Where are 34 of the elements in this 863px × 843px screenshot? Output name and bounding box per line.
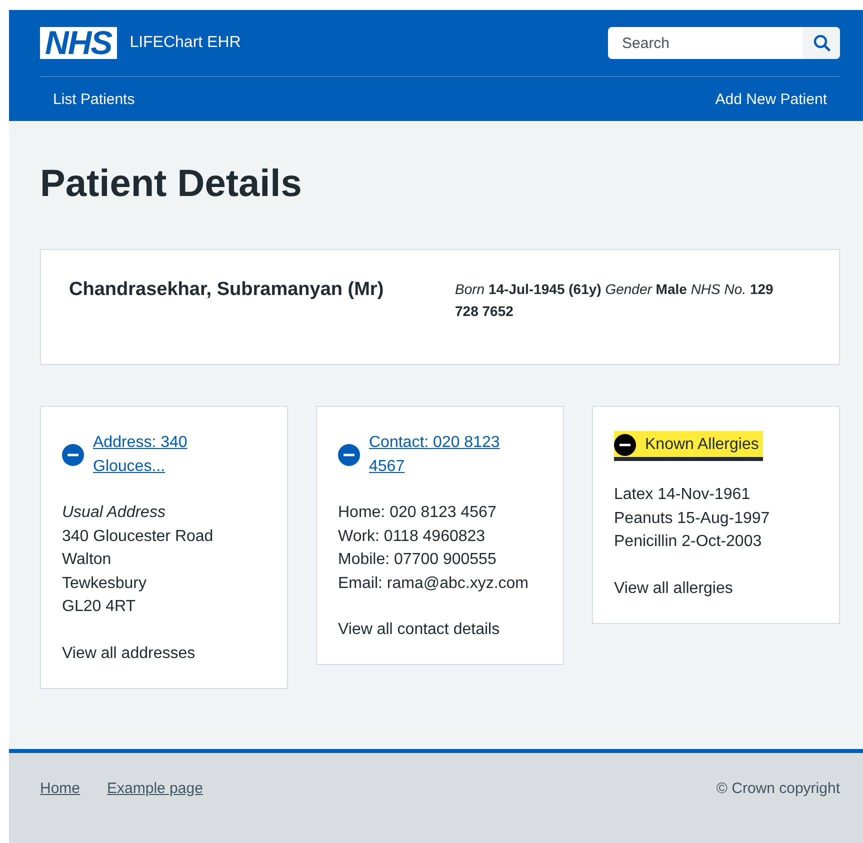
detail-line: Tewkesbury <box>62 574 148 594</box>
search-button[interactable] <box>803 27 840 59</box>
nhs-logo[interactable]: NHS <box>40 27 117 59</box>
patient-details: Born 14-Jul-1945 (61y) Gender Male NHS No. 129 728 7652 <box>455 280 774 321</box>
detail-line: Latex 14-Nov-1961 <box>614 485 752 505</box>
detail-line: Walton <box>62 550 112 570</box>
detail-line: Peanuts 15-Aug-1997 <box>614 508 771 528</box>
view-all-link[interactable]: View all addresses <box>62 642 196 666</box>
detail-line: 340 Gloucester Road <box>62 526 214 546</box>
nav-link[interactable]: List Patients <box>40 90 148 108</box>
detail-line: GL20 4RT <box>62 597 137 617</box>
expander-toggle[interactable]: Address: 340 Glouces... <box>62 431 241 479</box>
page-title: Patient Details <box>40 162 303 207</box>
service-name[interactable]: LIFEChart EHR <box>130 34 241 52</box>
minus-circle-icon <box>62 444 84 466</box>
search-icon <box>812 34 830 52</box>
search-field[interactable]: Search <box>608 27 803 59</box>
detail-line: Home: 020 8123 4567 <box>338 503 498 523</box>
nav-link[interactable]: Add New Patient <box>702 90 840 108</box>
footer-link[interactable]: Example page <box>107 780 203 796</box>
expander-toggle[interactable]: Contact: 020 8123 4567 <box>338 431 517 479</box>
detail-line: Email: rama@abc.xyz.com <box>338 574 530 594</box>
minus-circle-icon <box>338 444 360 466</box>
view-all-link[interactable]: View all contact details <box>338 618 500 642</box>
view-all-link[interactable]: View all allergies <box>614 576 733 600</box>
address-type-label: Usual Address <box>62 503 166 523</box>
detail-line: Mobile: 07700 900555 <box>338 550 498 570</box>
detail-line: Work: 0118 4960823 <box>338 526 486 546</box>
footer-link[interactable]: Home <box>40 780 80 796</box>
minus-circle-icon <box>614 434 636 456</box>
patient-name: Chandrasekhar, Subramanyan (Mr) <box>69 278 385 302</box>
expander-toggle[interactable]: Known Allergies <box>614 431 763 457</box>
detail-line: Penicillin 2-Oct-2003 <box>614 532 763 552</box>
copyright-text: © Crown copyright <box>716 780 840 796</box>
